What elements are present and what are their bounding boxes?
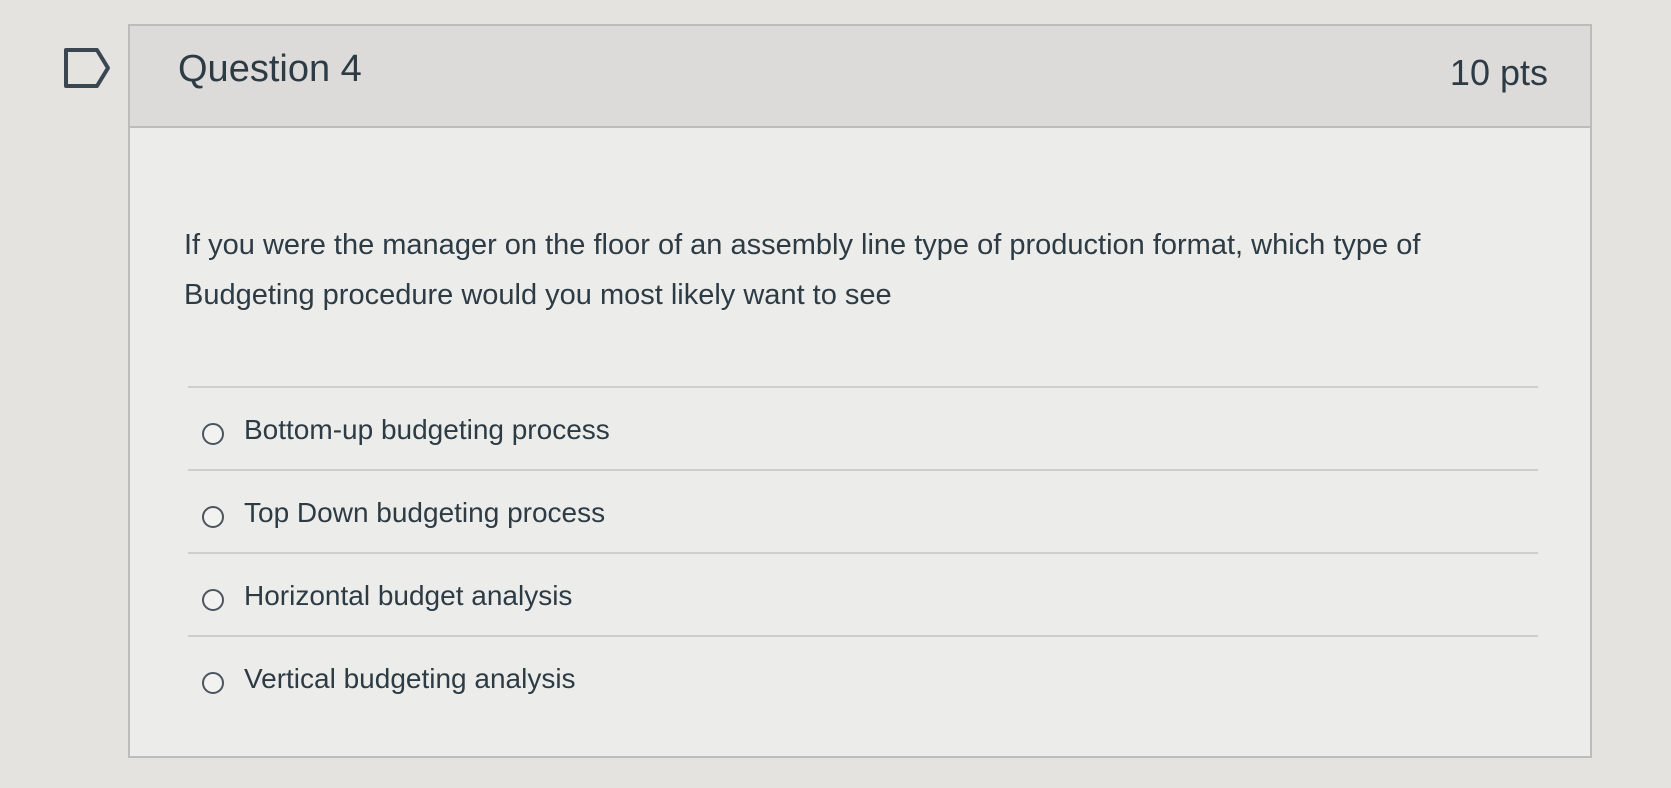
- answer-option-bottom-up[interactable]: Bottom-up budgeting process: [188, 386, 1538, 469]
- radio-button[interactable]: [202, 589, 224, 611]
- question-header: Question 4 10 pts: [130, 26, 1590, 128]
- question-title: Question 4: [178, 48, 362, 90]
- answer-option-horizontal[interactable]: Horizontal budget analysis: [188, 552, 1538, 635]
- answer-label[interactable]: Horizontal budget analysis: [244, 580, 572, 612]
- radio-button[interactable]: [202, 672, 224, 694]
- answer-list: Bottom-up budgeting process Top Down bud…: [188, 386, 1538, 718]
- answer-label[interactable]: Vertical budgeting analysis: [244, 663, 576, 695]
- flag-question-icon[interactable]: [63, 47, 111, 89]
- question-points: 10 pts: [1449, 52, 1548, 93]
- answer-label[interactable]: Bottom-up budgeting process: [244, 414, 610, 446]
- question-card: Question 4 10 pts If you were the manage…: [128, 24, 1592, 758]
- radio-button[interactable]: [202, 506, 224, 528]
- radio-button[interactable]: [202, 423, 224, 445]
- answer-option-vertical[interactable]: Vertical budgeting analysis: [188, 635, 1538, 718]
- answer-label[interactable]: Top Down budgeting process: [244, 497, 605, 529]
- question-text: If you were the manager on the floor of …: [184, 229, 1421, 311]
- answer-option-top-down[interactable]: Top Down budgeting process: [188, 469, 1538, 552]
